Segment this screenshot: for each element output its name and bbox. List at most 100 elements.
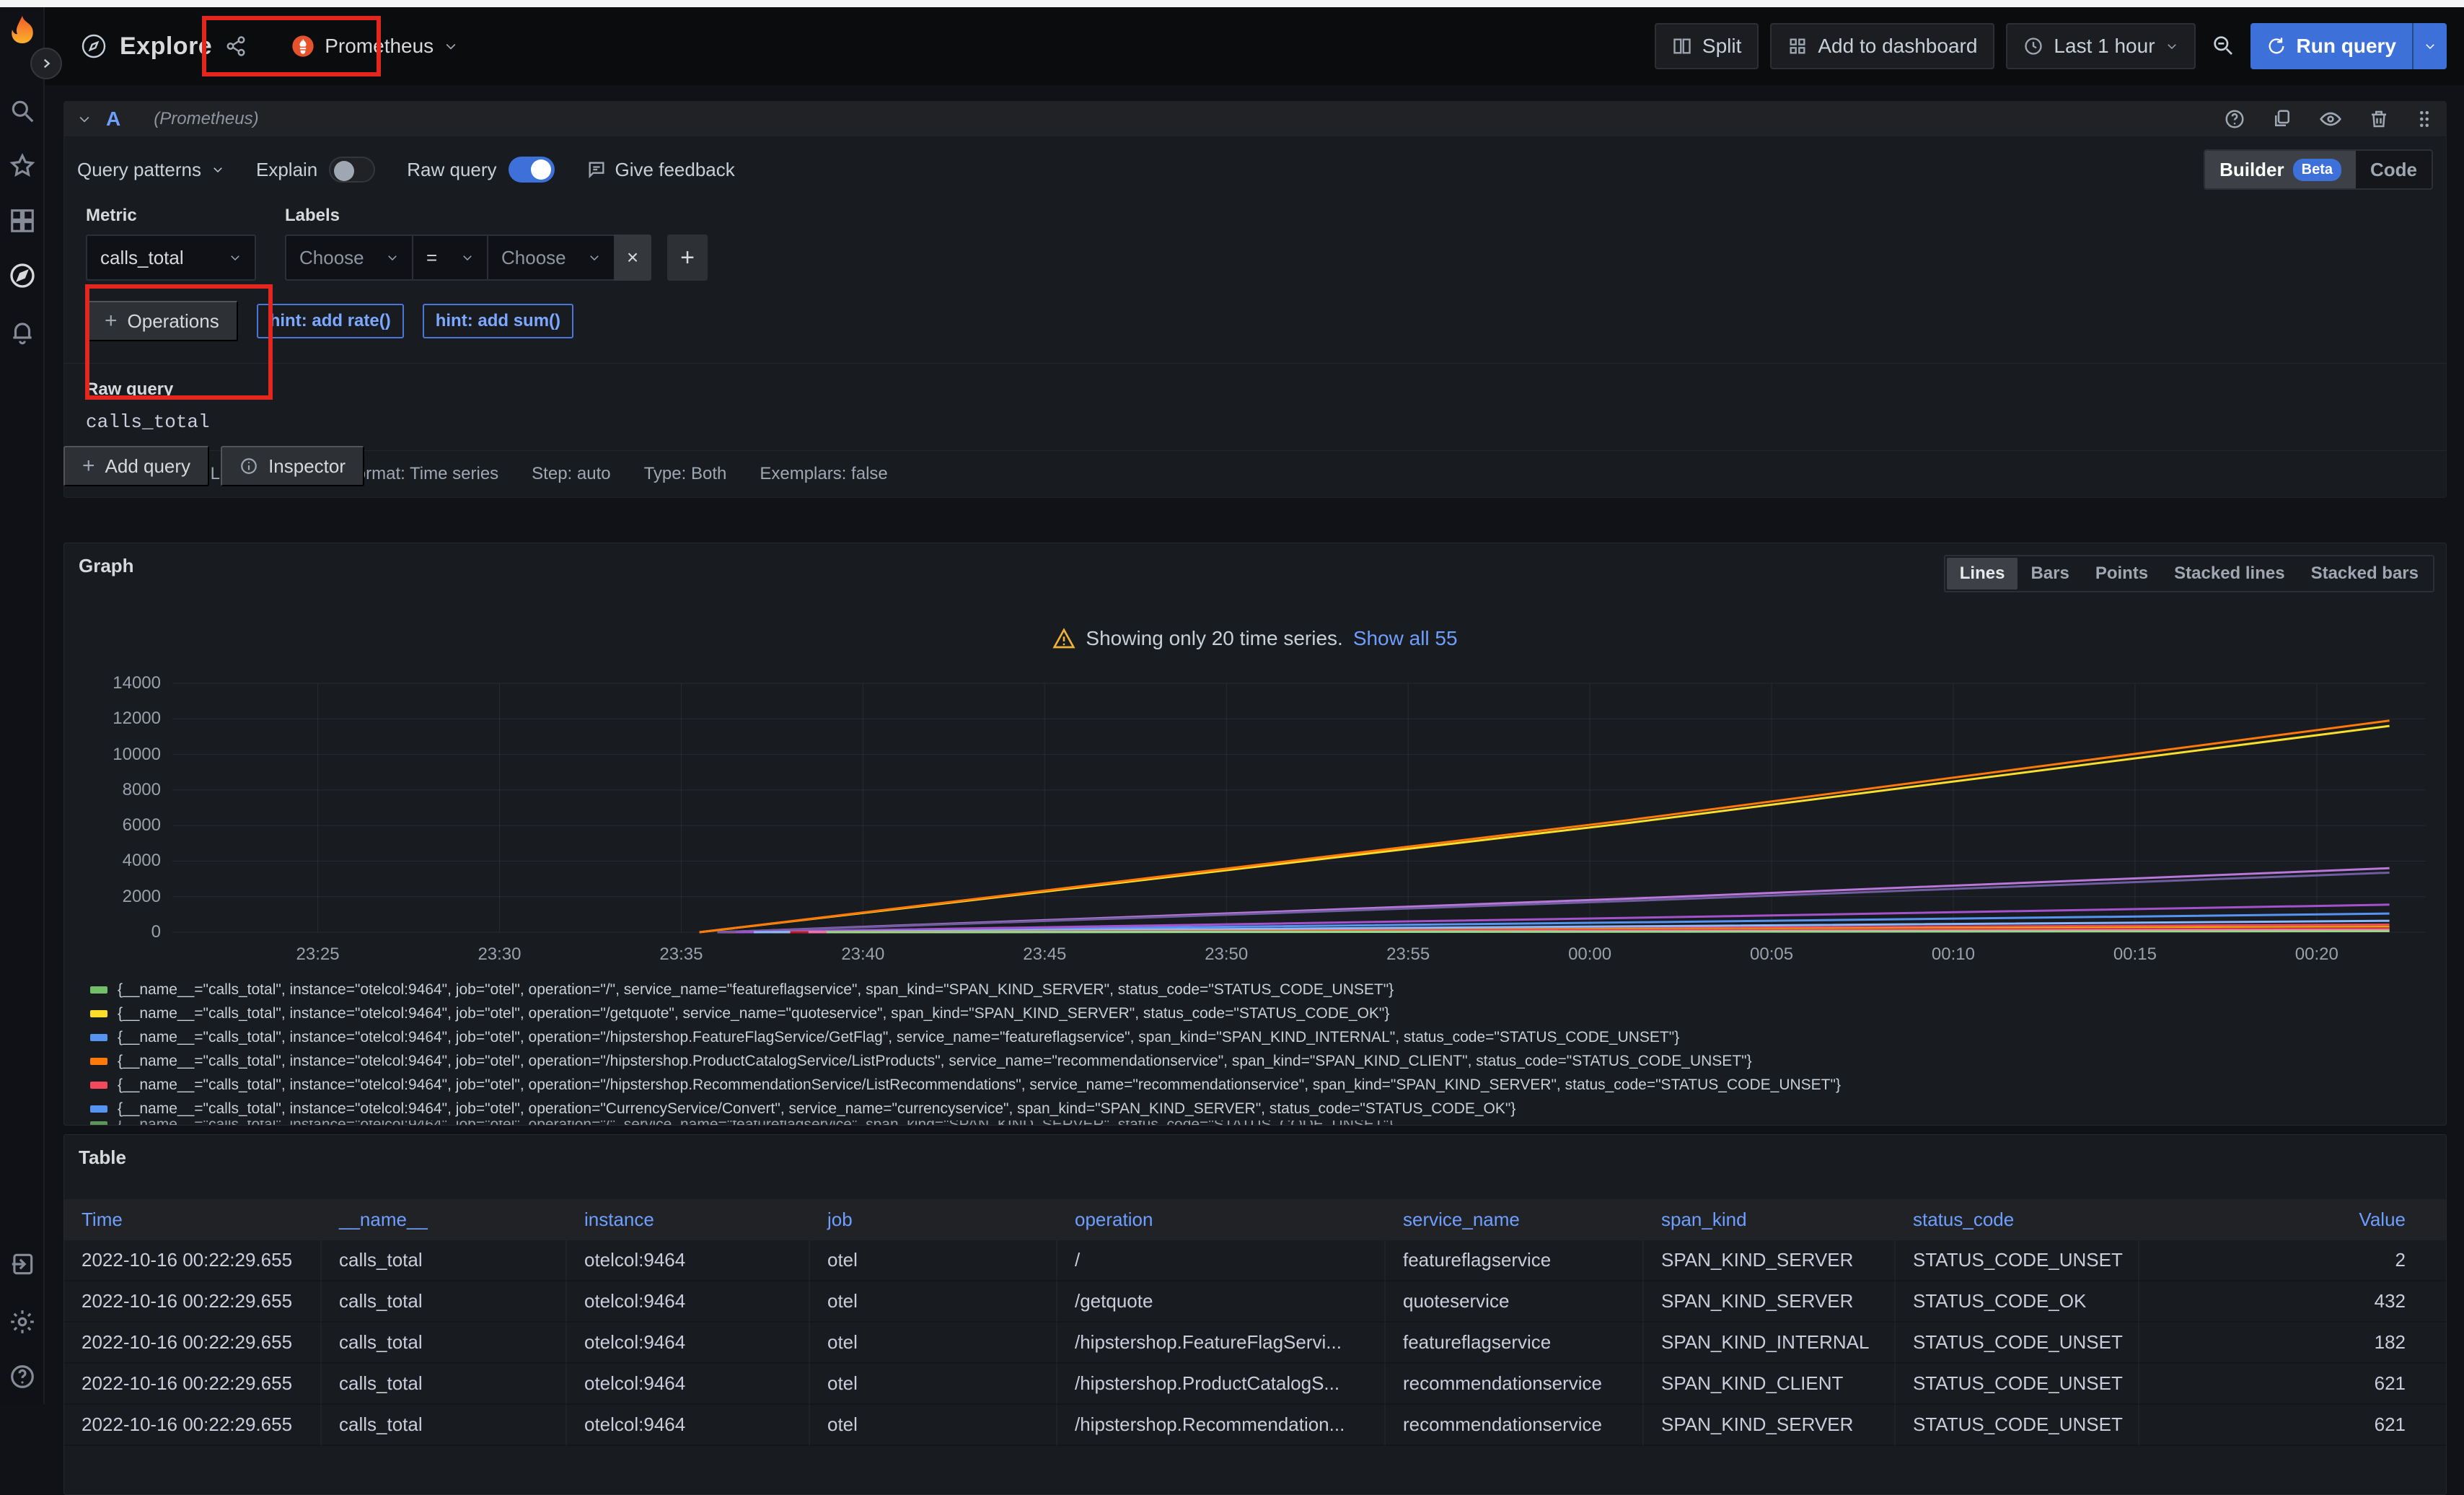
- legend-item[interactable]: {__name__="calls_total", instance="otelc…: [90, 1049, 2446, 1073]
- chevron-down-icon: [2165, 40, 2178, 53]
- label-key-select[interactable]: Choose: [285, 234, 412, 281]
- column-header-value[interactable]: Value: [2139, 1199, 2446, 1240]
- table-cell: SPAN_KIND_INTERNAL: [1644, 1323, 1896, 1364]
- query-patterns-dropdown[interactable]: Query patterns: [77, 159, 224, 181]
- labels-block: Labels Choose = Choose ×: [285, 206, 708, 281]
- column-header-span-kind[interactable]: span_kind: [1644, 1199, 1896, 1240]
- raw-query-toggle[interactable]: [509, 157, 555, 183]
- settings-gear-icon[interactable]: [0, 1303, 45, 1341]
- duplicate-query-icon[interactable]: [2271, 108, 2293, 130]
- chart-canvas[interactable]: [172, 676, 2426, 940]
- remove-label-filter-button[interactable]: ×: [614, 234, 651, 281]
- legend-item[interactable]: {__name__="calls_total", instance="otelc…: [90, 1025, 2446, 1049]
- results-table: Time__name__instancejoboperationservice_…: [64, 1199, 2446, 1446]
- explore-compass-icon[interactable]: [0, 257, 45, 294]
- x-tick-label: 23:25: [296, 944, 340, 965]
- dashboards-icon[interactable]: [0, 202, 45, 240]
- table-cell: 2022-10-16 00:22:29.655: [64, 1323, 322, 1364]
- table-cell: otelcol:9464: [567, 1240, 810, 1281]
- sidebar-expand-chevron[interactable]: [30, 48, 62, 79]
- give-feedback-link[interactable]: Give feedback: [586, 159, 735, 181]
- disable-query-eye-icon[interactable]: [2319, 108, 2342, 131]
- run-query-button[interactable]: Run query: [2250, 23, 2447, 69]
- collapse-chevron-icon[interactable]: [77, 112, 92, 126]
- column-header-operation[interactable]: operation: [1057, 1199, 1386, 1240]
- metric-select[interactable]: calls_total: [86, 234, 256, 281]
- starred-icon[interactable]: [0, 147, 45, 185]
- column-header-job[interactable]: job: [810, 1199, 1057, 1240]
- graph-mode-bars[interactable]: Bars: [2018, 558, 2082, 589]
- add-operations-button[interactable]: + Operations: [86, 301, 238, 341]
- time-range-picker[interactable]: Last 1 hour: [2006, 23, 2195, 69]
- time-series-chart[interactable]: 02000400060008000100001200014000 23:2523…: [71, 676, 2426, 965]
- grafana-logo-icon[interactable]: [3, 13, 42, 52]
- datasource-picker[interactable]: Prometheus: [278, 25, 471, 68]
- column-header--name-[interactable]: __name__: [322, 1199, 567, 1240]
- help-icon[interactable]: [0, 1358, 45, 1395]
- hint-add-rate-button[interactable]: hint: add rate(): [257, 304, 404, 338]
- option-summary-item: Exemplars: false: [760, 464, 887, 484]
- alerting-bell-icon[interactable]: [0, 313, 45, 351]
- sign-in-icon[interactable]: [0, 1245, 45, 1283]
- table-cell: 2: [2139, 1240, 2446, 1281]
- column-header-service-name[interactable]: service_name: [1386, 1199, 1644, 1240]
- legend-item[interactable]: {__name__="calls_total", instance="otelc…: [90, 978, 2446, 1001]
- search-icon[interactable]: [0, 92, 45, 130]
- table-cell: STATUS_CODE_UNSET: [1896, 1240, 2139, 1281]
- table-cell: /hipstershop.ProductCatalogS...: [1057, 1364, 1386, 1405]
- top-nav: Explore Prometheus Split Add to dashboar…: [45, 7, 2464, 85]
- add-to-dashboard-button[interactable]: Add to dashboard: [1770, 23, 1994, 69]
- legend-item[interactable]: {__name__="calls_total", instance="otelc…: [90, 1001, 2446, 1025]
- x-tick-label: 00:10: [1932, 944, 1975, 965]
- table-cell: otelcol:9464: [567, 1281, 810, 1323]
- legend-swatch: [90, 1058, 107, 1065]
- query-options-row[interactable]: Options Legend: AutoFormat: Time seriesS…: [64, 450, 2446, 497]
- code-mode-tab[interactable]: Code: [2356, 151, 2432, 188]
- graph-panel-title: Graph: [79, 555, 134, 577]
- comment-icon: [586, 159, 607, 180]
- column-header-time[interactable]: Time: [64, 1199, 322, 1240]
- legend-item[interactable]: {__name__="calls_total", instance="otelc…: [90, 1073, 2446, 1097]
- graph-mode-stacked-bars[interactable]: Stacked bars: [2298, 558, 2432, 589]
- graph-mode-lines[interactable]: Lines: [1947, 558, 2018, 589]
- legend-item-clipped[interactable]: {__name__="calls_total", instance="otelc…: [90, 1121, 2446, 1125]
- delete-query-trash-icon[interactable]: [2368, 108, 2390, 130]
- graph-mode-points[interactable]: Points: [2082, 558, 2161, 589]
- label-operator-select[interactable]: =: [412, 234, 487, 281]
- x-tick-label: 23:35: [659, 944, 703, 965]
- hint-add-sum-button[interactable]: hint: add sum(): [423, 304, 573, 338]
- add-label-filter-button[interactable]: +: [667, 234, 708, 281]
- split-button[interactable]: Split: [1655, 23, 1759, 69]
- table-cell: STATUS_CODE_UNSET: [1896, 1323, 2139, 1364]
- share-icon[interactable]: [225, 35, 247, 57]
- legend-item[interactable]: {__name__="calls_total", instance="otelc…: [90, 1097, 2446, 1121]
- run-query-dropdown[interactable]: [2412, 23, 2447, 69]
- option-summary-item: Type: Both: [644, 464, 727, 484]
- option-summary-item: Step: auto: [532, 464, 610, 484]
- table-cell: /hipstershop.FeatureFlagServi...: [1057, 1323, 1386, 1364]
- series-limit-warning: Showing only 20 time series. Show all 55: [64, 627, 2446, 650]
- table-cell: SPAN_KIND_SERVER: [1644, 1405, 1896, 1446]
- inspector-button[interactable]: Inspector: [221, 446, 364, 486]
- column-header-status-code[interactable]: status_code: [1896, 1199, 2139, 1240]
- query-datasource-hint: (Prometheus): [154, 109, 258, 129]
- labels-label: Labels: [285, 206, 708, 226]
- graph-mode-stacked-lines[interactable]: Stacked lines: [2161, 558, 2297, 589]
- query-toolbar: Query patterns Explain Raw query Give fe…: [64, 136, 2446, 196]
- query-row-header[interactable]: A (Prometheus): [64, 102, 2446, 136]
- zoom-out-button[interactable]: [2207, 34, 2239, 59]
- x-tick-label: 23:45: [1023, 944, 1066, 965]
- explain-toggle[interactable]: [329, 157, 375, 183]
- query-help-icon[interactable]: [2224, 108, 2245, 130]
- raw-query-label: Raw query: [407, 159, 496, 181]
- browser-edge-strip: [0, 0, 2464, 7]
- table-cell: /hipstershop.Recommendation...: [1057, 1405, 1386, 1446]
- label-value-select[interactable]: Choose: [487, 234, 614, 281]
- drag-handle-icon[interactable]: [2416, 108, 2433, 130]
- show-all-series-link[interactable]: Show all 55: [1353, 627, 1458, 650]
- legend-label: {__name__="calls_total", instance="otelc…: [118, 1121, 1394, 1125]
- column-header-instance[interactable]: instance: [567, 1199, 810, 1240]
- x-tick-label: 23:30: [478, 944, 521, 965]
- add-query-button[interactable]: + Add query: [63, 446, 209, 486]
- builder-mode-tab[interactable]: Builder Beta: [2205, 151, 2356, 188]
